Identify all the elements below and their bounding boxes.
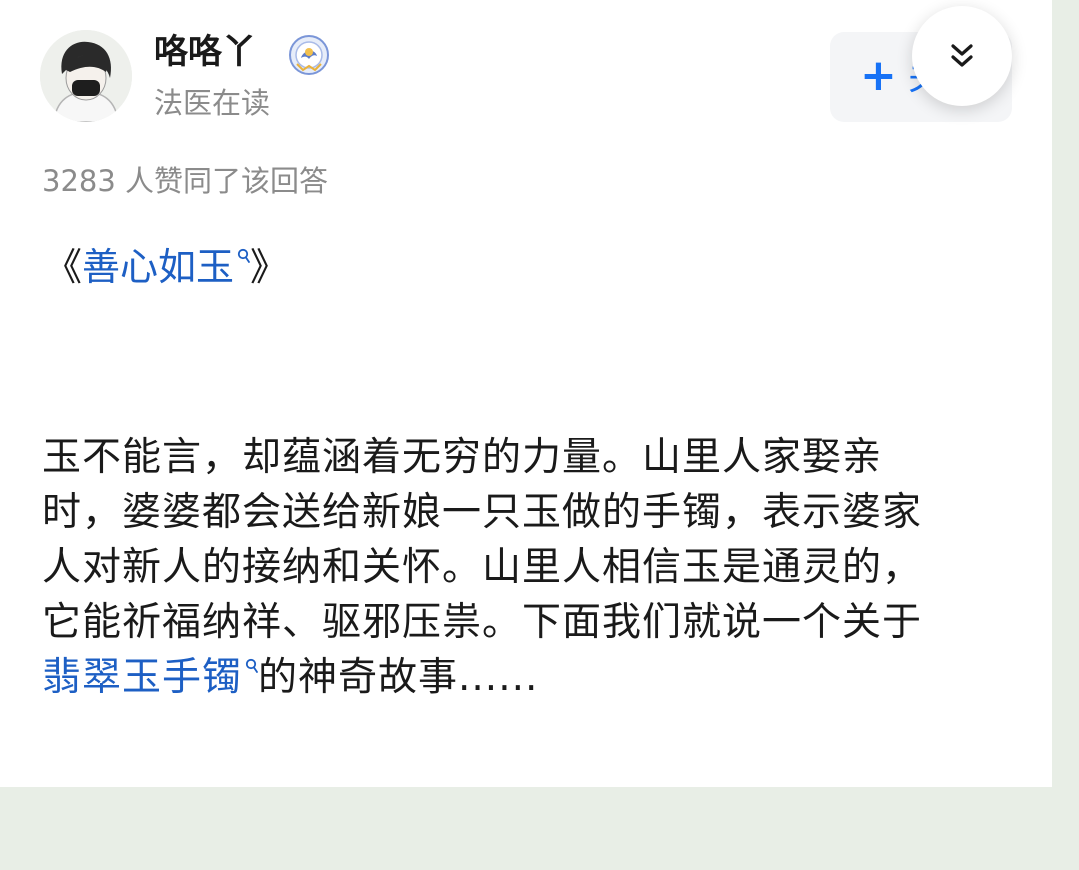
body-line: 玉不能言，却蕴涵着无穷的力量。山里人家娶亲 xyxy=(42,435,883,480)
jade-bracelet-link[interactable]: 翡翠玉手镯 xyxy=(42,655,258,700)
book-title-link-text: 善心如玉 xyxy=(82,245,235,289)
body-line-rest: 的神奇故事...... xyxy=(258,655,539,700)
body-line: 人对新人的接纳和关怀。山里人相信玉是通灵的， xyxy=(42,545,923,590)
author-subtitle: 法医在读 xyxy=(154,86,271,120)
book-title-link[interactable]: 善心如玉 xyxy=(82,245,250,289)
answer-body: 玉不能言，却蕴涵着无穷的力量。山里人家娶亲 时，婆婆都会送给新娘一只玉做的手镯，… xyxy=(42,430,1022,705)
answer-card: 咯咯丫 法医在读 + 关 3283 人赞同了该回答 《善心如玉》 玉不能言，却蕴… xyxy=(0,0,1052,787)
book-title: 《善心如玉》 xyxy=(44,240,288,294)
plus-icon: + xyxy=(860,50,897,101)
search-icon xyxy=(244,658,258,674)
body-line: 时，婆婆都会送给新娘一只玉做的手镯，表示婆家 xyxy=(42,490,923,535)
chevron-double-down-icon xyxy=(951,44,973,67)
jade-bracelet-link-text: 翡翠玉手镯 xyxy=(42,655,243,700)
vote-count: 3283 人赞同了该回答 xyxy=(42,164,329,198)
user-avatar-icon xyxy=(40,30,132,122)
search-icon xyxy=(236,248,250,264)
body-line: 它能祈福纳祥、驱邪压祟。下面我们就说一个关于 xyxy=(42,600,923,645)
book-title-open-bracket: 《 xyxy=(44,245,83,289)
author-name[interactable]: 咯咯丫 xyxy=(154,30,256,74)
book-title-close-bracket: 》 xyxy=(250,245,289,289)
body-line: 翡翠玉手镯 的神奇故事...... xyxy=(42,650,1022,705)
author-avatar[interactable] xyxy=(40,30,132,122)
verified-badge-icon xyxy=(288,34,330,76)
collapse-button[interactable] xyxy=(912,6,1012,106)
